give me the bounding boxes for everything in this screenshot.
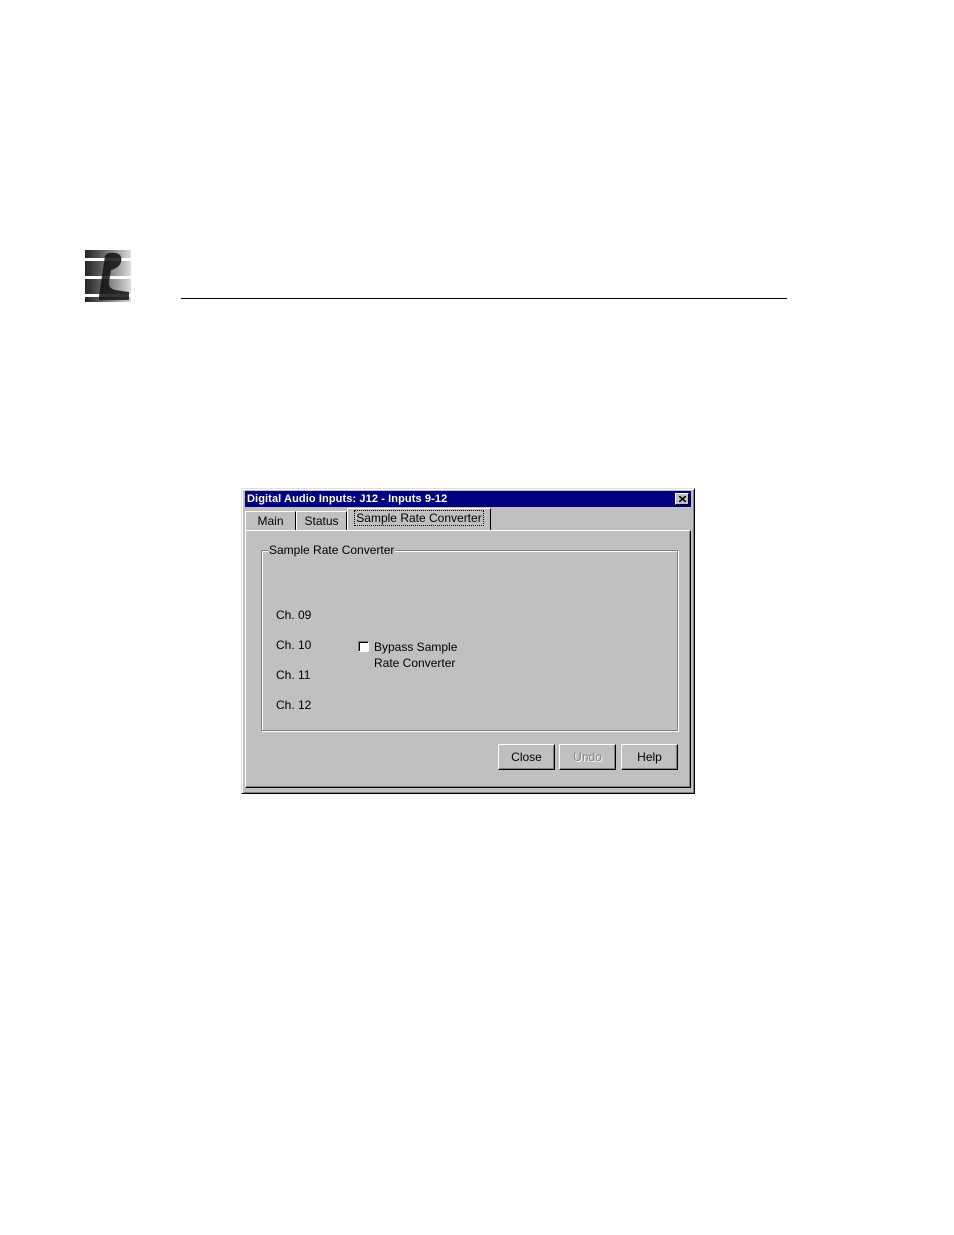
close-icon [679, 496, 686, 502]
dialog-title: Digital Audio Inputs: J12 - Inputs 9-12 [247, 493, 448, 505]
close-button[interactable]: Close [498, 744, 555, 770]
dialog-titlebar[interactable]: Digital Audio Inputs: J12 - Inputs 9-12 [245, 491, 691, 507]
tab-main[interactable]: Main [245, 511, 296, 530]
channel-label-09: Ch. 09 [276, 608, 312, 622]
bypass-label-line2: Rate Converter [374, 656, 456, 670]
tab-status-label: Status [304, 514, 339, 528]
tab-sample-rate-converter[interactable]: Sample Rate Converter [347, 508, 491, 530]
group-legend: Sample Rate Converter [268, 543, 396, 557]
help-button[interactable]: Help [621, 744, 678, 770]
bypass-label-line1: Bypass Sample [374, 640, 458, 654]
channel-label-10: Ch. 10 [276, 638, 312, 652]
tab-main-label: Main [257, 514, 284, 528]
tab-status[interactable]: Status [296, 511, 347, 530]
bypass-sample-rate-converter-checkbox[interactable] [358, 641, 369, 652]
header-rule [181, 298, 787, 299]
close-window-button[interactable] [675, 493, 689, 505]
company-logo-icon [85, 250, 131, 302]
sample-rate-converter-group: Sample Rate Converter Ch. 09 Ch. 10 Ch. … [261, 543, 678, 731]
undo-button[interactable]: Undo [559, 744, 616, 770]
bypass-checkbox-label[interactable]: Bypass Sample Rate Converter [374, 639, 484, 671]
channel-label-11: Ch. 11 [276, 668, 311, 682]
digital-audio-inputs-dialog: Digital Audio Inputs: J12 - Inputs 9-12 … [241, 488, 695, 794]
tab-sample-rate-converter-label: Sample Rate Converter [354, 510, 484, 526]
channel-label-12: Ch. 12 [276, 698, 312, 712]
